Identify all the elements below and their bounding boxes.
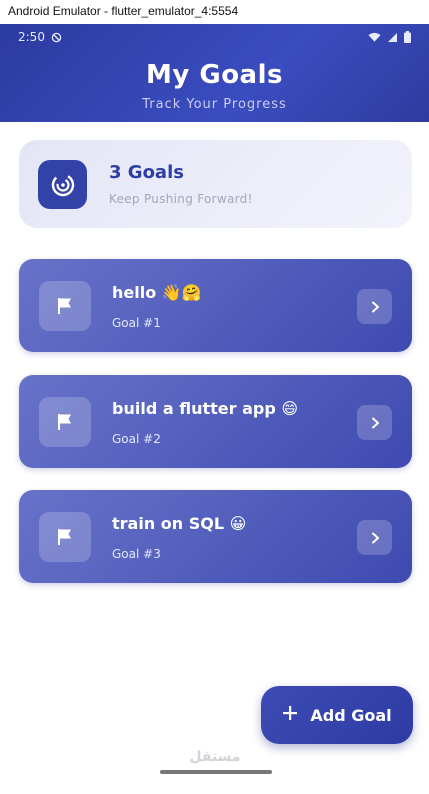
- status-bar: 2:50: [0, 24, 429, 50]
- goal-number: Goal #1: [112, 316, 161, 330]
- goal-title: build a flutter app 😄: [112, 399, 299, 418]
- goal-title: train on SQL 😀: [112, 514, 247, 533]
- chevron-right-icon[interactable]: [357, 405, 392, 440]
- add-goal-label: Add Goal: [310, 705, 392, 725]
- add-goal-button[interactable]: Add Goal: [261, 686, 413, 744]
- goal-title: hello 👋🤗: [112, 283, 202, 302]
- goal-card[interactable]: hello 👋🤗 Goal #1: [19, 259, 412, 352]
- watermark: مستقل: [189, 749, 241, 765]
- goals-summary-card: 3 Goals Keep Pushing Forward!: [19, 140, 412, 228]
- page-title: My Goals: [145, 60, 283, 90]
- page-subtitle: Track Your Progress: [142, 97, 287, 112]
- goal-number: Goal #3: [112, 547, 161, 561]
- home-indicator[interactable]: [160, 770, 272, 774]
- chevron-right-icon[interactable]: [357, 289, 392, 324]
- goals-count: 3 Goals: [109, 162, 184, 183]
- app-header: 2:50 My Goals Track Your Progress: [0, 24, 429, 122]
- flag-icon: [39, 397, 91, 447]
- flag-icon: [39, 281, 91, 331]
- chevron-right-icon[interactable]: [357, 520, 392, 555]
- goal-card[interactable]: build a flutter app 😄 Goal #2: [19, 375, 412, 468]
- signal-icon: [387, 32, 398, 43]
- flag-icon: [39, 512, 91, 562]
- do-not-disturb-icon: [51, 32, 62, 43]
- battery-icon: [404, 31, 411, 43]
- status-time: 2:50: [18, 30, 45, 44]
- goal-number: Goal #2: [112, 432, 161, 446]
- target-icon: [38, 160, 87, 209]
- emulator-window-title: Android Emulator - flutter_emulator_4:55…: [0, 0, 429, 24]
- goal-card[interactable]: train on SQL 😀 Goal #3: [19, 490, 412, 583]
- plus-icon: [282, 705, 298, 725]
- goals-tagline: Keep Pushing Forward!: [109, 192, 253, 206]
- phone-screen: 2:50 My Goals Track Your Progress 3 Goal…: [0, 24, 429, 794]
- wifi-icon: [368, 32, 381, 43]
